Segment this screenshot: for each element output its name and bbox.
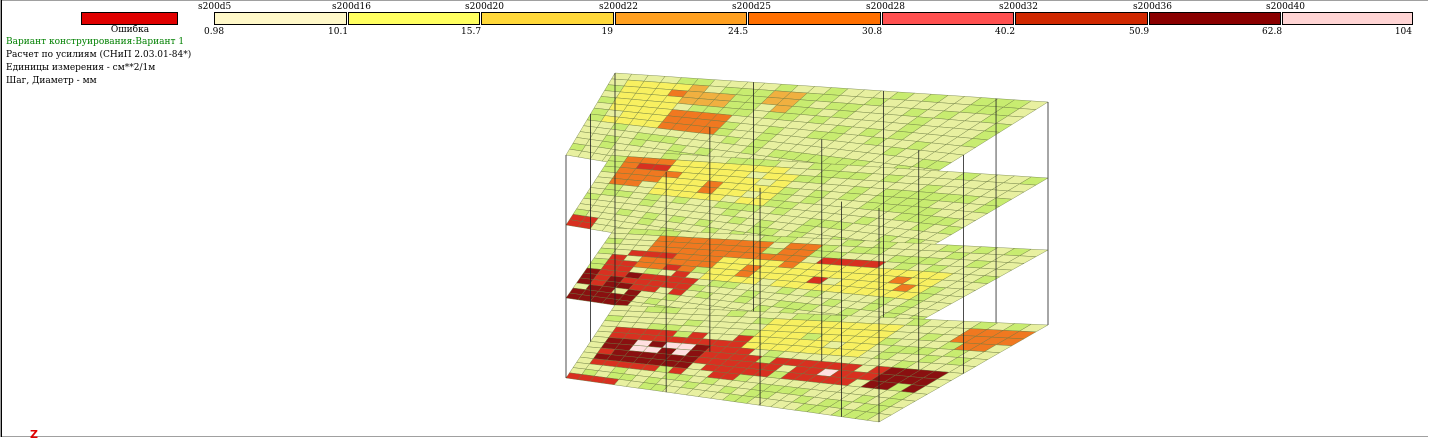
legend-tick-label: 62.8 — [1262, 27, 1283, 37]
legend-tick-label: 15.7 — [461, 27, 482, 37]
legend-tick-label: 0.98 — [204, 27, 225, 37]
legend-tick-label: 40.2 — [995, 27, 1016, 37]
legend-swatch-label: s200d22 — [599, 2, 639, 12]
legend-swatch-label: s200d25 — [732, 2, 772, 12]
legend-tick-label: 30.8 — [862, 27, 883, 37]
model-3d-view[interactable] — [0, 0, 1429, 437]
legend-swatch-label: s200d32 — [999, 2, 1039, 12]
legend-tick-label: 50.9 — [1129, 27, 1150, 37]
legend-tick-label: 19 — [601, 27, 613, 37]
floor-1-slab[interactable] — [565, 304, 1049, 423]
legend-swatch-label: s200d16 — [332, 2, 372, 12]
legend-swatch-label: s200d20 — [465, 2, 505, 12]
legend-tick-label: 24.5 — [728, 27, 749, 37]
legend-swatch-label: s200d36 — [1133, 2, 1173, 12]
axis-z-label: Z — [30, 428, 38, 441]
legend-swatch-label: s200d40 — [1266, 2, 1306, 12]
legend-swatch-label: s200d28 — [866, 2, 906, 12]
legend-swatch-label: s200d5 — [198, 2, 232, 12]
legend-tick-label: 104 — [1394, 27, 1412, 37]
legend-tick-label: 10.1 — [328, 27, 349, 37]
